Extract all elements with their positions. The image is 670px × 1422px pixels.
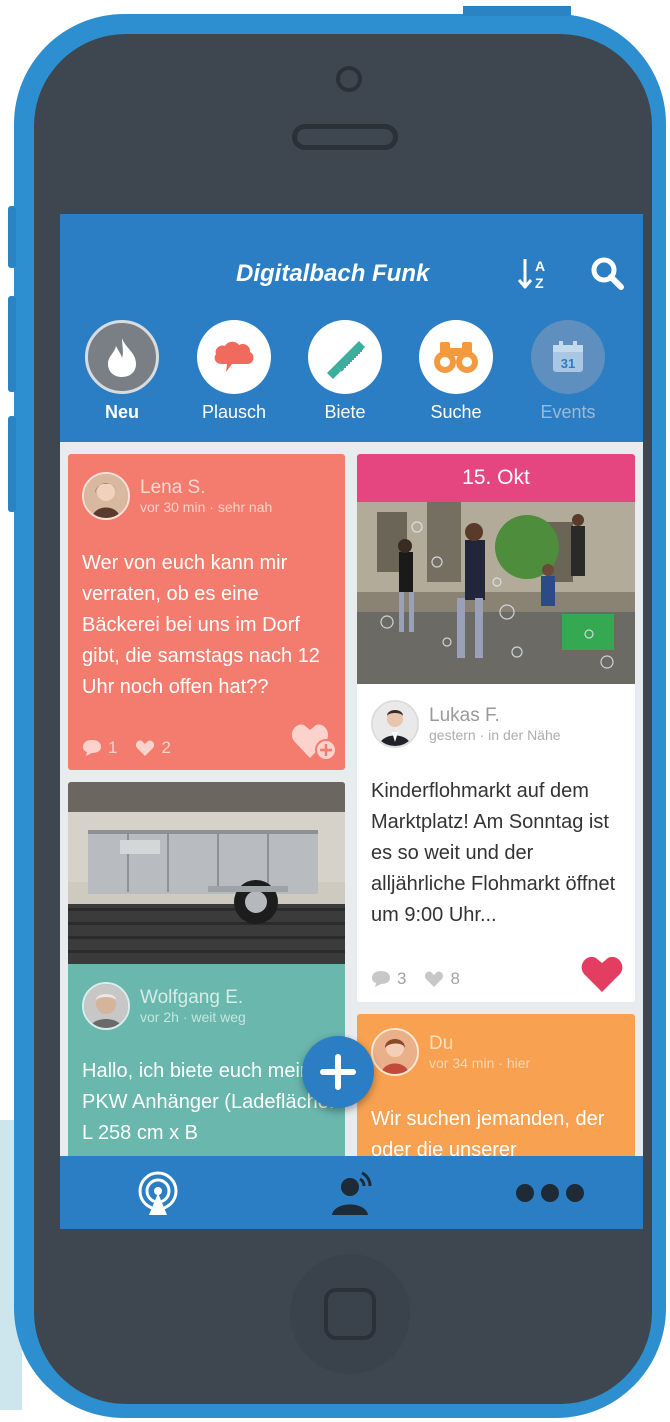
category-biete-label: Biete bbox=[324, 402, 366, 422]
comment-icon bbox=[372, 971, 390, 987]
avatar[interactable] bbox=[371, 700, 419, 748]
calendar-icon: 31 bbox=[553, 341, 583, 372]
post-card-lena[interactable]: Lena S. vor 30 min · sehr nah Wer von eu… bbox=[68, 454, 345, 770]
person-signal-icon bbox=[332, 1171, 372, 1215]
comment-count-value: 3 bbox=[397, 969, 407, 988]
mute-switch bbox=[8, 206, 16, 268]
home-square-icon bbox=[324, 1288, 376, 1340]
post-time: vor 30 min bbox=[140, 498, 206, 515]
meta-separator: · bbox=[498, 1054, 503, 1071]
avatar[interactable] bbox=[82, 982, 130, 1030]
author-name: Wolfgang E. bbox=[140, 987, 244, 1009]
avatar[interactable] bbox=[371, 1028, 419, 1076]
category-neu[interactable]: Neu bbox=[77, 320, 167, 423]
post-meta: vor 34 min · hier bbox=[429, 1055, 530, 1071]
category-plausch-circle bbox=[197, 320, 271, 394]
like-count[interactable]: 2 bbox=[135, 738, 171, 758]
plus-icon bbox=[320, 1054, 356, 1090]
calendar-day: 31 bbox=[561, 356, 575, 371]
search-icon[interactable] bbox=[590, 256, 626, 292]
category-biete-circle bbox=[308, 320, 382, 394]
post-meta: gestern · in der Nähe bbox=[429, 727, 561, 743]
radio-broadcast-icon bbox=[138, 1171, 178, 1215]
front-camera bbox=[336, 66, 362, 92]
category-suche-circle bbox=[419, 320, 493, 394]
heart-icon bbox=[425, 971, 444, 987]
volume-up-button bbox=[8, 296, 16, 392]
app-header: Digitalbach Funk A Z Neu Plausch Biete S… bbox=[60, 214, 643, 442]
comment-icon bbox=[83, 740, 101, 756]
post-time: vor 2h bbox=[140, 1008, 179, 1025]
post-distance: weit weg bbox=[191, 1008, 246, 1025]
binoculars-icon bbox=[434, 342, 478, 373]
like-count-value: 2 bbox=[161, 738, 171, 757]
svg-text:A: A bbox=[535, 258, 545, 274]
volume-down-button bbox=[8, 416, 16, 512]
post-distance: in der Nähe bbox=[488, 726, 561, 743]
category-events[interactable]: 31 Events bbox=[523, 320, 613, 423]
avatar[interactable] bbox=[82, 472, 130, 520]
post-distance: hier bbox=[506, 1054, 531, 1071]
post-time: vor 34 min bbox=[429, 1054, 495, 1071]
category-plausch-label: Plausch bbox=[201, 402, 267, 422]
comment-count-value: 1 bbox=[108, 738, 118, 757]
app-screen: Digitalbach Funk A Z Neu Plausch Biete S… bbox=[60, 214, 643, 1229]
author-name: Du bbox=[429, 1033, 454, 1055]
category-neu-label: Neu bbox=[104, 402, 139, 422]
comment-count[interactable]: 3 bbox=[371, 969, 406, 989]
home-button[interactable] bbox=[290, 1254, 410, 1374]
chat-cloud-icon bbox=[214, 341, 254, 372]
post-author: Du vor 34 min · hier bbox=[371, 1028, 530, 1076]
flame-icon bbox=[108, 338, 136, 377]
earpiece-speaker bbox=[292, 124, 398, 150]
meta-separator: · bbox=[209, 498, 214, 515]
post-stats: 3 8 bbox=[371, 969, 460, 989]
event-date-banner: 15. Okt bbox=[357, 454, 635, 502]
liked-heart-icon[interactable] bbox=[579, 954, 625, 994]
meta-separator: · bbox=[479, 726, 485, 743]
like-count[interactable]: 8 bbox=[424, 969, 460, 989]
app-title: Digitalbach Funk bbox=[236, 260, 430, 287]
more-dots-icon bbox=[516, 1183, 584, 1202]
like-count-value: 8 bbox=[450, 969, 460, 988]
post-distance: sehr nah bbox=[217, 498, 273, 515]
post-card-lukas[interactable]: 15. Okt Lukas F. gestern · in der Nähe K… bbox=[357, 454, 635, 1002]
category-biete[interactable]: Biete bbox=[300, 320, 390, 423]
post-text: Wer von euch kann mir verraten, ob es ei… bbox=[82, 552, 320, 698]
svg-text:Z: Z bbox=[535, 275, 544, 291]
post-author: Wolfgang E. vor 2h · weit weg bbox=[82, 982, 246, 1030]
like-add-icon[interactable] bbox=[290, 720, 338, 762]
tab-more[interactable] bbox=[490, 1156, 610, 1229]
category-neu-circle bbox=[85, 320, 159, 394]
author-name: Lukas F. bbox=[429, 705, 500, 727]
category-suche-label: Suche bbox=[430, 402, 482, 422]
category-plausch[interactable]: Plausch bbox=[189, 320, 279, 423]
post-meta: vor 2h · weit weg bbox=[140, 1009, 246, 1025]
saw-icon bbox=[327, 341, 365, 379]
post-stats: 1 2 bbox=[82, 738, 171, 758]
post-time: gestern bbox=[429, 726, 476, 743]
trailer-photo bbox=[68, 782, 345, 964]
event-photo bbox=[357, 502, 635, 684]
category-suche[interactable]: Suche bbox=[411, 320, 501, 423]
post-author: Lukas F. gestern · in der Nähe bbox=[371, 700, 561, 748]
power-button bbox=[463, 6, 571, 16]
tab-profile[interactable] bbox=[292, 1156, 412, 1229]
category-events-circle: 31 bbox=[531, 320, 605, 394]
heart-icon bbox=[136, 740, 155, 756]
tab-broadcast[interactable] bbox=[98, 1156, 218, 1229]
sort-az-icon[interactable]: A Z bbox=[518, 256, 552, 292]
bottom-tab-bar bbox=[60, 1156, 643, 1229]
meta-separator: · bbox=[182, 1008, 188, 1025]
category-events-label: Events bbox=[540, 402, 596, 422]
post-author: Lena S. vor 30 min · sehr nah bbox=[82, 472, 272, 520]
post-text: Kinderflohmarkt auf dem Marktplatz! Am S… bbox=[371, 780, 616, 926]
comment-count[interactable]: 1 bbox=[82, 738, 117, 758]
post-meta: vor 30 min · sehr nah bbox=[140, 499, 272, 515]
author-name: Lena S. bbox=[140, 477, 206, 499]
add-post-button[interactable] bbox=[302, 1036, 374, 1108]
